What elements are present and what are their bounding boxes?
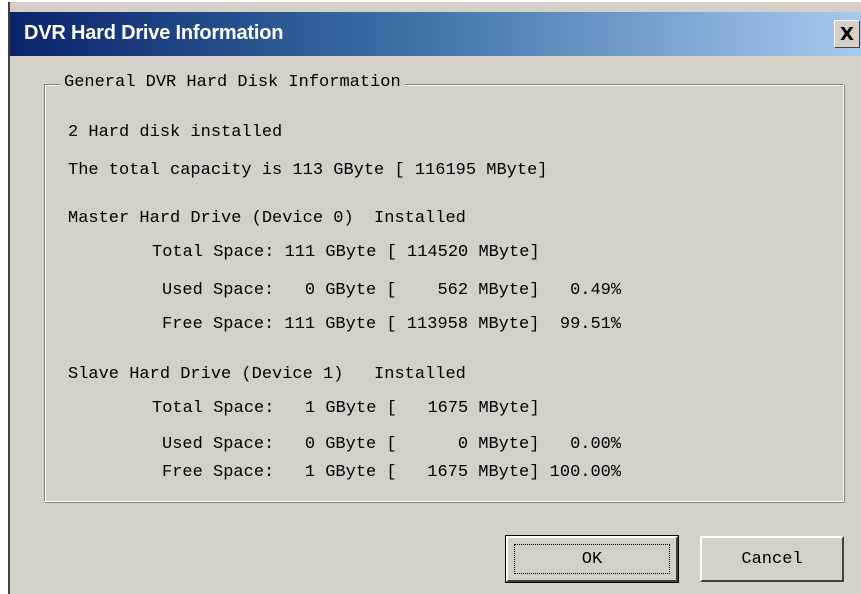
slave-drive-header: Slave Hard Drive (Device 1) Installed [68, 365, 466, 384]
cancel-button-label: Cancel [741, 549, 803, 569]
master-used-space: Used Space: 0 GByte [ 562 MByte] 0.49% [162, 281, 622, 300]
slave-used-space: Used Space: 0 GByte [ 0 MByte] 0.00% [162, 435, 622, 454]
slave-total-space: Total Space: 1 GByte [ 1675 MByte] [152, 399, 540, 418]
cancel-button[interactable]: Cancel [700, 536, 844, 582]
slave-free-space: Free Space: 1 GByte [ 1675 MByte] 100.00… [162, 463, 622, 482]
title-bar[interactable]: DVR Hard Drive Information X [10, 12, 861, 56]
window-title: DVR Hard Drive Information [24, 22, 284, 44]
master-drive-header: Master Hard Drive (Device 0) Installed [68, 209, 466, 228]
focus-rectangle [514, 544, 670, 574]
total-capacity-text: The total capacity is 113 GByte [ 116195… [68, 161, 548, 180]
group-title: General DVR Hard Disk Information [60, 73, 405, 92]
dvr-info-dialog: DVR Hard Drive Information X General DVR… [8, 2, 861, 594]
ok-button[interactable]: OK [505, 535, 679, 583]
disk-count-text: 2 Hard disk installed [68, 123, 283, 142]
master-free-space: Free Space: 111 GByte [ 113958 MByte] 99… [162, 315, 622, 334]
master-total-space: Total Space: 111 GByte [ 114520 MByte] [152, 243, 540, 262]
close-button[interactable]: X [834, 20, 860, 48]
close-icon: X [840, 23, 854, 45]
